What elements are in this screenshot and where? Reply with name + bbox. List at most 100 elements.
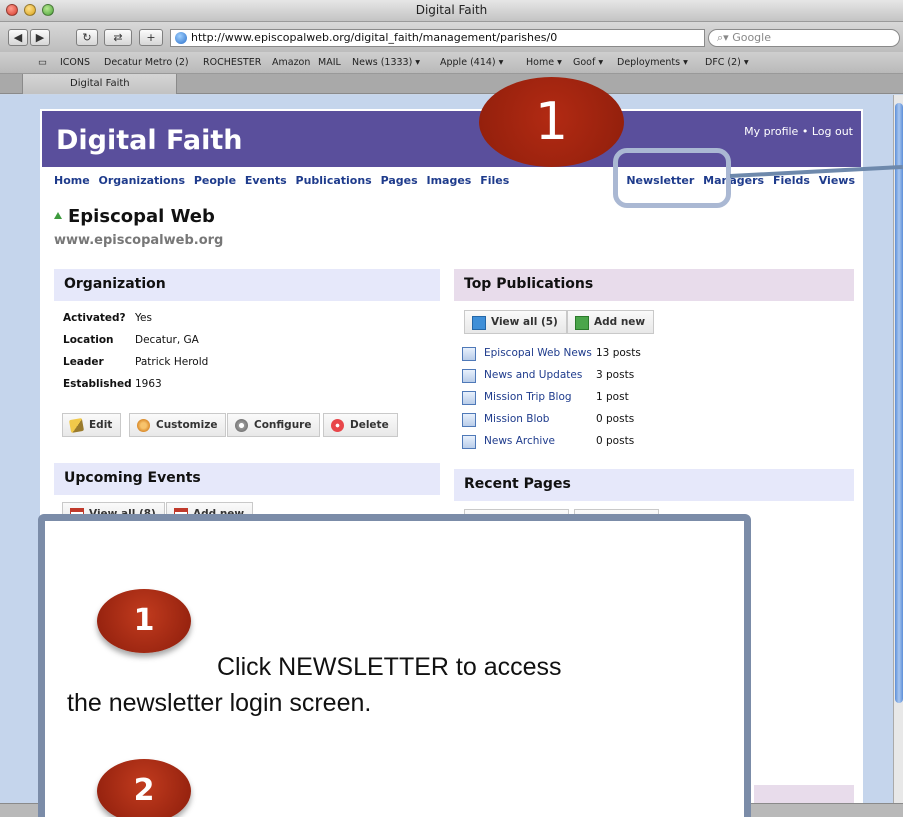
publication-link[interactable]: News and Updates bbox=[484, 369, 582, 381]
publications-add-new-button[interactable]: Add new bbox=[567, 310, 655, 334]
document-icon bbox=[472, 316, 486, 330]
org-row-location: Location Decatur, GA bbox=[63, 334, 199, 346]
upcoming-events-heading: Upcoming Events bbox=[54, 463, 440, 495]
step-1-badge: 1 bbox=[97, 589, 191, 653]
publication-link[interactable]: News Archive bbox=[484, 435, 555, 447]
main-nav: Home Organizations People Events Publica… bbox=[54, 174, 514, 187]
nav-organizations[interactable]: Organizations bbox=[99, 174, 185, 187]
bookmark-item[interactable]: DFC (2) ▾ bbox=[705, 57, 749, 68]
nav-fields[interactable]: Fields bbox=[773, 174, 810, 187]
row-label: Established bbox=[63, 378, 132, 390]
bookmark-item[interactable]: Amazon bbox=[272, 57, 310, 68]
forward-button[interactable]: ▶ bbox=[30, 29, 50, 46]
step-1-text-line1: Click NEWSLETTER to access bbox=[217, 653, 562, 681]
user-links: My profile • Log out bbox=[744, 125, 853, 138]
row-label: Location bbox=[63, 334, 114, 346]
document-add-icon bbox=[575, 316, 589, 330]
edit-label: Edit bbox=[89, 419, 113, 431]
bookmarks-icon[interactable]: ▭ bbox=[38, 57, 47, 68]
bookmark-item[interactable]: News (1333) ▾ bbox=[352, 57, 420, 68]
nav-people[interactable]: People bbox=[194, 174, 236, 187]
address-bar[interactable]: http://www.episcopalweb.org/digital_fait… bbox=[170, 29, 705, 47]
nav-files[interactable]: Files bbox=[480, 174, 509, 187]
nav-pages[interactable]: Pages bbox=[381, 174, 418, 187]
nav-publications[interactable]: Publications bbox=[296, 174, 372, 187]
back-button[interactable]: ◀ bbox=[8, 29, 28, 46]
configure-button[interactable]: Configure bbox=[227, 413, 321, 437]
org-name: Episcopal Web bbox=[68, 206, 215, 227]
delete-button[interactable]: Delete bbox=[323, 413, 398, 437]
top-publications-heading: Top Publications bbox=[454, 269, 854, 301]
bookmark-item[interactable]: Goof ▾ bbox=[573, 57, 603, 68]
publication-icon bbox=[462, 435, 476, 449]
publication-icon bbox=[462, 391, 476, 405]
up-arrow-icon[interactable] bbox=[54, 212, 62, 219]
instruction-box: 1 Click NEWSLETTER to access the newslet… bbox=[38, 514, 751, 817]
tab-digital-faith[interactable]: Digital Faith bbox=[22, 74, 177, 94]
lower-panel-heading bbox=[754, 785, 854, 803]
nav-home[interactable]: Home bbox=[54, 174, 90, 187]
customize-button[interactable]: Customize bbox=[129, 413, 227, 437]
row-value: Patrick Herold bbox=[135, 356, 209, 368]
publication-count: 13 posts bbox=[596, 347, 641, 359]
snapback-icon[interactable]: ⇄ bbox=[104, 29, 132, 46]
nav-views[interactable]: Views bbox=[819, 174, 855, 187]
window-titlebar: Digital Faith bbox=[0, 0, 903, 22]
bookmark-item[interactable]: Decatur Metro (2) bbox=[104, 57, 189, 68]
publication-link[interactable]: Mission Trip Blog bbox=[484, 391, 572, 403]
bookmark-item[interactable]: Apple (414) ▾ bbox=[440, 57, 503, 68]
publication-link[interactable]: Episcopal Web News bbox=[484, 347, 592, 359]
publications-add-new-label: Add new bbox=[594, 316, 646, 328]
publication-count: 1 post bbox=[596, 391, 629, 403]
bookmark-item[interactable]: MAIL bbox=[318, 57, 341, 68]
publication-count: 0 posts bbox=[596, 435, 635, 447]
row-label: Leader bbox=[63, 356, 104, 368]
org-domain: www.episcopalweb.org bbox=[54, 233, 224, 248]
step-1-text-line2: the newsletter login screen. bbox=[67, 689, 372, 717]
bookmark-item[interactable]: ICONS bbox=[60, 57, 90, 68]
bookmark-item[interactable]: ROCHESTER bbox=[203, 57, 261, 68]
gear-icon bbox=[235, 419, 248, 432]
bookmark-item[interactable]: Deployments ▾ bbox=[617, 57, 688, 68]
delete-label: Delete bbox=[350, 419, 389, 431]
search-placeholder: Google bbox=[732, 31, 771, 44]
org-row-leader: Leader Patrick Herold bbox=[63, 356, 208, 368]
pencil-icon bbox=[68, 417, 85, 434]
publication-count: 3 posts bbox=[596, 369, 635, 381]
configure-label: Configure bbox=[254, 419, 312, 431]
row-value: Decatur, GA bbox=[135, 334, 199, 346]
add-bookmark-button[interactable]: + bbox=[139, 29, 163, 46]
nav-events[interactable]: Events bbox=[245, 174, 287, 187]
log-out-link[interactable]: Log out bbox=[812, 125, 853, 138]
publication-icon bbox=[462, 347, 476, 361]
bookmark-item[interactable]: Home ▾ bbox=[526, 57, 562, 68]
newsletter-highlight-ring bbox=[613, 148, 731, 208]
publications-list: Episcopal Web News 13 posts News and Upd… bbox=[454, 346, 854, 456]
globe-icon bbox=[175, 32, 187, 44]
org-row-established: Established 1963 bbox=[63, 378, 162, 390]
recent-pages-heading: Recent Pages bbox=[454, 469, 854, 501]
scroll-thumb[interactable] bbox=[895, 103, 903, 703]
row-value: Yes bbox=[135, 312, 152, 324]
nav-images[interactable]: Images bbox=[427, 174, 472, 187]
browser-toolbar: ◀ ▶ ↻ ⇄ + http://www.episcopalweb.org/di… bbox=[0, 22, 903, 52]
search-field[interactable]: ⌕▾ Google bbox=[708, 29, 900, 47]
publications-view-all-button[interactable]: View all (5) bbox=[464, 310, 567, 334]
customize-label: Customize bbox=[156, 419, 218, 431]
step-2-badge: 2 bbox=[97, 759, 191, 817]
publication-link[interactable]: Mission Blob bbox=[484, 413, 549, 425]
org-row-activated: Activated? Yes bbox=[63, 312, 152, 324]
publications-view-all-label: View all (5) bbox=[491, 316, 558, 328]
palette-icon bbox=[137, 419, 150, 432]
edit-button[interactable]: Edit bbox=[62, 413, 122, 437]
site-title[interactable]: Digital Faith bbox=[56, 125, 243, 156]
vertical-scrollbar[interactable] bbox=[893, 95, 903, 803]
bookmarks-bar: ▭ ICONS Decatur Metro (2) ROCHESTER Amaz… bbox=[0, 52, 903, 74]
org-title: Episcopal Web bbox=[54, 206, 215, 227]
publication-count: 0 posts bbox=[596, 413, 635, 425]
publication-icon bbox=[462, 369, 476, 383]
site-header: Digital Faith My profile • Log out bbox=[42, 111, 861, 167]
organization-heading: Organization bbox=[54, 269, 440, 301]
reload-icon[interactable]: ↻ bbox=[76, 29, 98, 46]
my-profile-link[interactable]: My profile bbox=[744, 125, 798, 138]
